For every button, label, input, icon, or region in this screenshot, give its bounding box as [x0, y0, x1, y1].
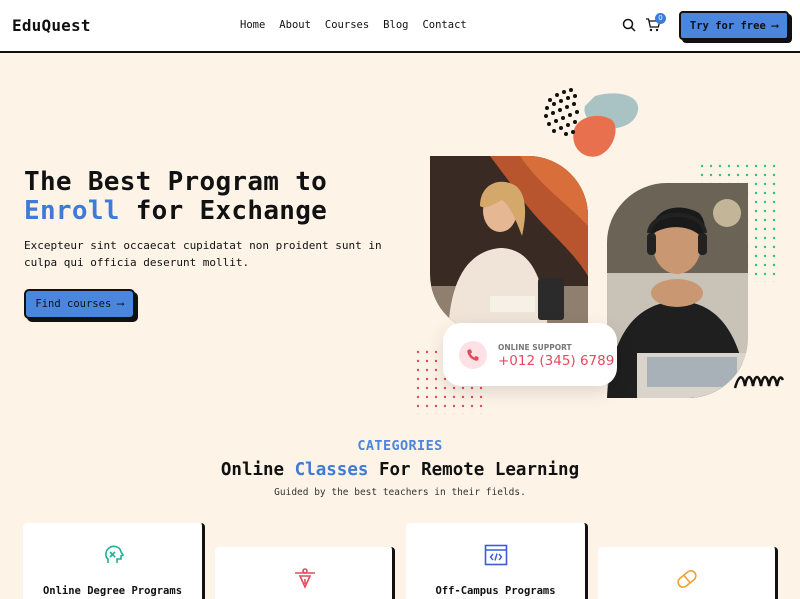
- code-window-icon: [484, 544, 508, 566]
- cart-count-badge: 0: [655, 13, 666, 24]
- hero-title-line2: Enroll for Exchange: [24, 197, 327, 226]
- brain-head-icon: [105, 545, 125, 563]
- hero-description: Excepteur sint occaecat cupidatat non pr…: [24, 239, 382, 269]
- category-card[interactable]: [215, 547, 395, 599]
- decorative-blobs: [544, 88, 639, 157]
- capsule-icon: [677, 569, 697, 589]
- student-man-photo: [607, 183, 748, 398]
- try-free-button[interactable]: Try for free ⟶: [679, 11, 789, 40]
- hero-title: The Best Program to Enroll for Exchange: [24, 168, 327, 226]
- nav-contact[interactable]: Contact: [422, 19, 466, 31]
- category-card[interactable]: Online Degree Programs: [23, 523, 205, 599]
- pen-tool-icon: [295, 568, 315, 589]
- arrow-right-icon: ⟶: [771, 19, 779, 32]
- online-support-card[interactable]: ONLINE SUPPORT +012 (345) 6789: [443, 323, 617, 386]
- find-courses-label: Find courses: [35, 298, 112, 310]
- support-phone-number[interactable]: +012 (345) 6789: [498, 353, 614, 369]
- hero-title-accent: Enroll: [24, 196, 120, 226]
- categories-title-pre: Online: [220, 460, 295, 480]
- nav-blog[interactable]: Blog: [383, 19, 408, 31]
- try-free-label: Try for free: [689, 19, 766, 32]
- categories-kicker: CATEGORIES: [357, 438, 443, 454]
- nav-about[interactable]: About: [279, 19, 311, 31]
- category-card[interactable]: [598, 547, 778, 599]
- main-nav: Home About Courses Blog Contact: [240, 19, 467, 31]
- categories-title-post: For Remote Learning: [368, 460, 580, 480]
- arrow-right-icon: ⟶: [117, 298, 124, 310]
- category-card[interactable]: Off-Campus Programs: [406, 523, 588, 599]
- categories-title-accent: Classes: [294, 460, 369, 480]
- nav-home[interactable]: Home: [240, 19, 265, 31]
- student-woman-photo: [430, 156, 588, 334]
- site-logo[interactable]: EduQuest: [12, 16, 91, 35]
- nav-courses[interactable]: Courses: [325, 19, 369, 31]
- categories-subtitle: Guided by the best teachers in their fie…: [274, 487, 526, 498]
- hero-title-rest: for Exchange: [119, 196, 328, 226]
- search-icon[interactable]: [622, 18, 636, 32]
- find-courses-button[interactable]: Find courses ⟶: [24, 289, 135, 319]
- phone-icon: [459, 341, 487, 369]
- site-header: EduQuest Home About Courses Blog Contact…: [0, 0, 800, 53]
- category-label: Online Degree Programs: [42, 585, 183, 597]
- hero-title-line1: The Best Program to: [24, 167, 328, 197]
- category-label: Off-Campus Programs: [435, 585, 556, 597]
- support-label: ONLINE SUPPORT: [498, 343, 572, 352]
- categories-title: Online Classes For Remote Learning: [0, 460, 800, 480]
- decorative-squiggle: [733, 375, 785, 389]
